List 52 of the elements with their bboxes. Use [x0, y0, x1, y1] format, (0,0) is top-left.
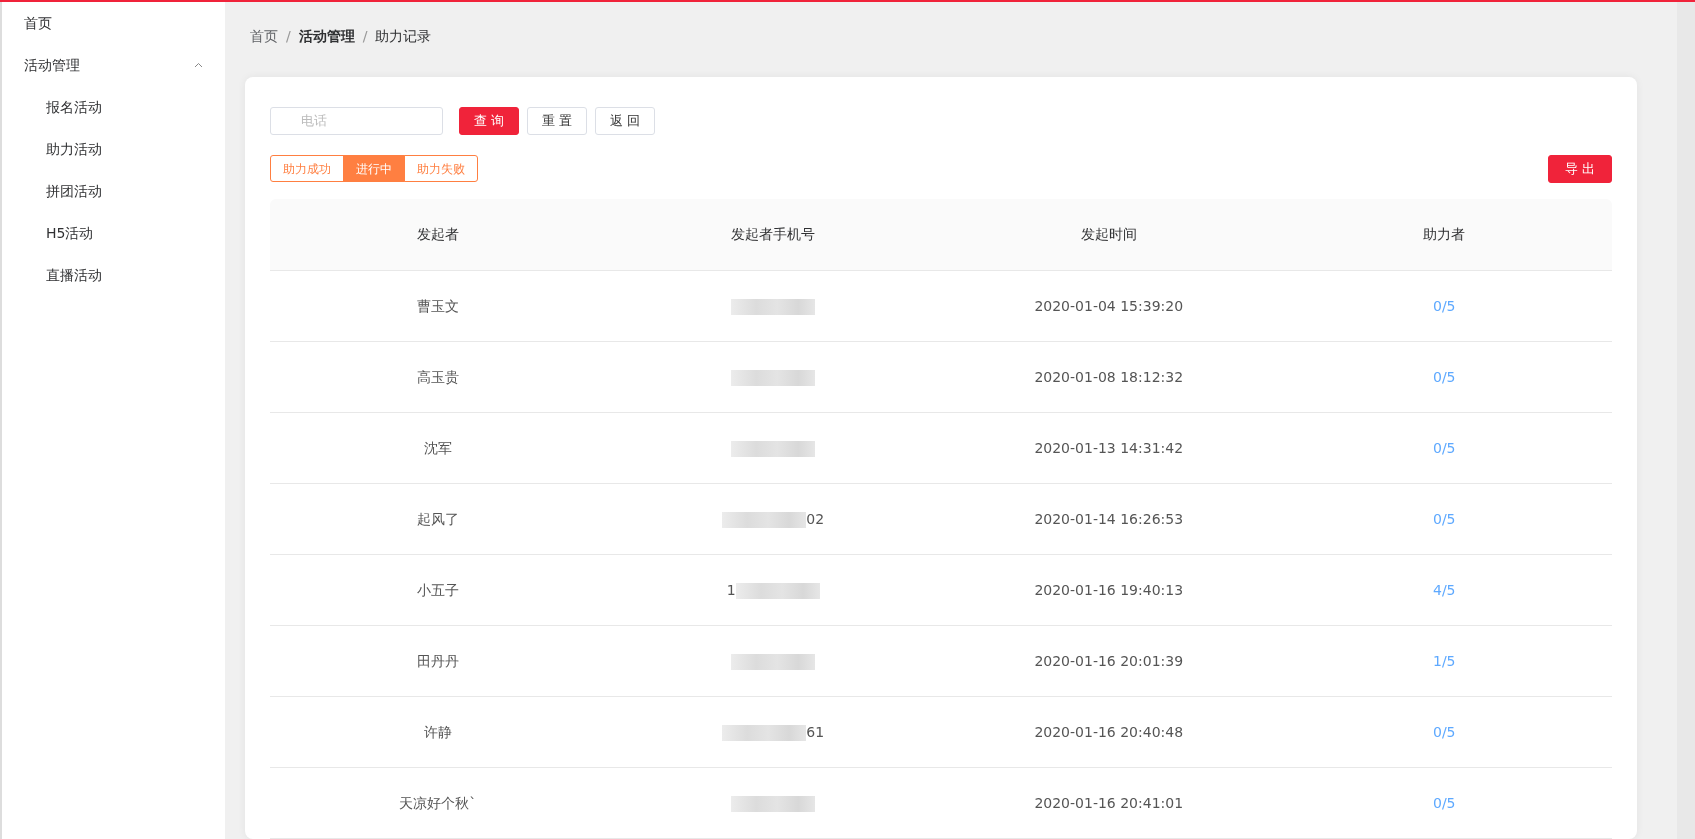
breadcrumb-item[interactable]: 首页 [250, 25, 278, 47]
status-tab[interactable]: 助力失败 [404, 155, 478, 182]
helper-count-link[interactable]: 4/5 [1433, 581, 1456, 598]
table-cell: 曹玉文 [416, 297, 459, 314]
sidebar-item[interactable]: 首页 [2, 2, 225, 44]
breadcrumb-item[interactable]: 活动管理 [298, 25, 355, 47]
chevron-up-icon [194, 62, 203, 68]
phone-search-field[interactable]: 电话 [270, 106, 443, 135]
table-cell: 2020-01-16 20:40:48 [1034, 723, 1184, 740]
table-cell: 起风了 [416, 510, 459, 527]
table-cell: 2020-01-08 18:12:32 [1034, 368, 1184, 385]
phone-fragment: 61 [806, 723, 825, 740]
breadcrumb-item: 助力记录 [375, 26, 432, 46]
table-cell: 2020-01-13 14:31:42 [1034, 439, 1184, 456]
phone-fragment: 02 [806, 510, 825, 527]
sidebar-subitem[interactable]: H5活动 [2, 212, 225, 254]
status-tab[interactable]: 助力成功 [270, 155, 344, 182]
table-cell: 2020-01-04 15:39:20 [1034, 297, 1184, 314]
status-tab[interactable]: 进行中 [343, 155, 405, 182]
export-button[interactable]: 导 出 [1547, 154, 1612, 183]
helper-count-link[interactable]: 0/5 [1433, 510, 1456, 527]
table-cell: 2020-01-16 20:41:01 [1034, 794, 1184, 811]
helper-count-link[interactable]: 0/5 [1433, 439, 1456, 456]
column-header: 发起者 [270, 198, 606, 271]
search-button[interactable]: 查 询 [459, 106, 520, 135]
column-header: 助力者 [1276, 198, 1612, 271]
table-cell: 2020-01-16 19:40:13 [1034, 581, 1184, 598]
table-cell: 沈军 [423, 439, 452, 456]
action-button[interactable]: 重 置 [527, 106, 588, 135]
sidebar-subitem[interactable]: 助力活动 [2, 128, 225, 170]
helper-count-link[interactable]: 0/5 [1433, 368, 1456, 385]
table-cell: 高玉贵 [416, 368, 459, 385]
phone-fragment: 1 [726, 581, 736, 598]
helper-count-link[interactable]: 1/5 [1433, 652, 1456, 669]
sidebar-subitem[interactable]: 直播活动 [2, 254, 225, 296]
table-cell: 天凉好个秋` [399, 794, 477, 811]
action-button[interactable]: 返 回 [595, 106, 656, 135]
table-cell: 小五子 [416, 581, 459, 598]
table-cell: 田丹丹 [416, 652, 459, 669]
sidebar-subitem[interactable]: 报名活动 [2, 86, 225, 128]
helper-count-link[interactable]: 0/5 [1433, 723, 1456, 740]
helper-count-link[interactable]: 0/5 [1433, 794, 1456, 811]
breadcrumb-separator: / [362, 26, 368, 46]
sidebar-item[interactable]: 活动管理 [2, 44, 225, 86]
helper-count-link[interactable]: 0/5 [1433, 297, 1456, 314]
breadcrumb-separator: / [286, 26, 291, 46]
column-header: 发起者手机号 [605, 198, 941, 271]
table-cell: 2020-01-14 16:26:53 [1034, 510, 1184, 527]
table-cell: 2020-01-16 20:01:39 [1034, 652, 1184, 669]
column-header: 发起时间 [941, 198, 1277, 271]
sidebar-subitem[interactable]: 拼团活动 [2, 170, 225, 212]
table-cell: 许静 [423, 723, 452, 740]
